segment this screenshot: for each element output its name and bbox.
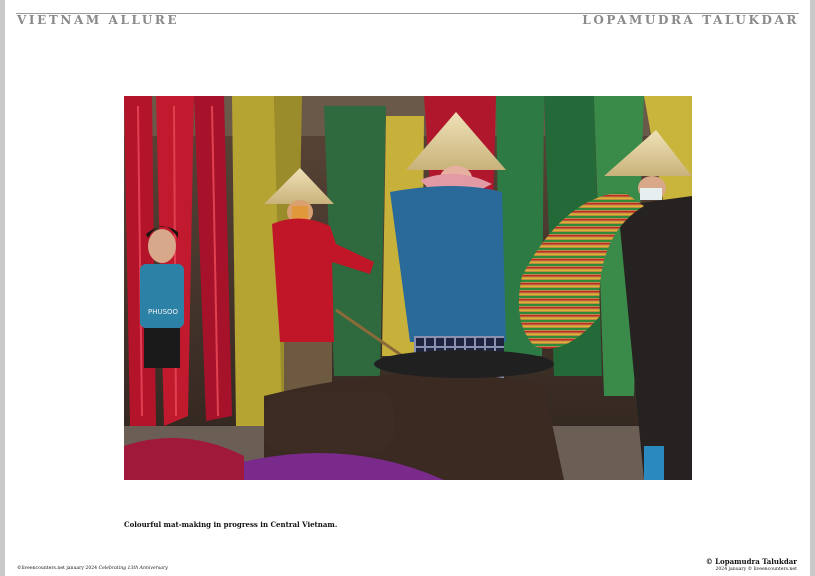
footer-publication: ©liveencounters.net january 2024 Celebra… — [17, 566, 168, 571]
header-magazine-title: VIETNAM ALLURE — [17, 13, 180, 27]
footer-site-date: ©liveencounters.net january 2024 — [17, 566, 98, 571]
header-author-name: LOPAMUDRA TALUKDAR — [582, 13, 799, 27]
photo-credit-sub: 2024 january © liveencounters.net — [715, 567, 797, 572]
photo-caption: Colourful mat-making in progress in Cent… — [124, 520, 338, 529]
photo-credit: © Lopamudra Talukdar — [705, 557, 797, 566]
photo-mat-making: PHUSOO — [124, 96, 692, 480]
blue-bucket — [644, 446, 664, 480]
child-shirt-text: PHUSOO — [148, 308, 179, 316]
header-divider — [16, 13, 799, 14]
page: VIETNAM ALLURE LOPAMUDRA TALUKDAR PHUSOO… — [5, 0, 810, 576]
footer-anniversary: Celebrating 13th Anniversary — [98, 566, 168, 571]
red-fibre-bundles — [124, 96, 232, 426]
